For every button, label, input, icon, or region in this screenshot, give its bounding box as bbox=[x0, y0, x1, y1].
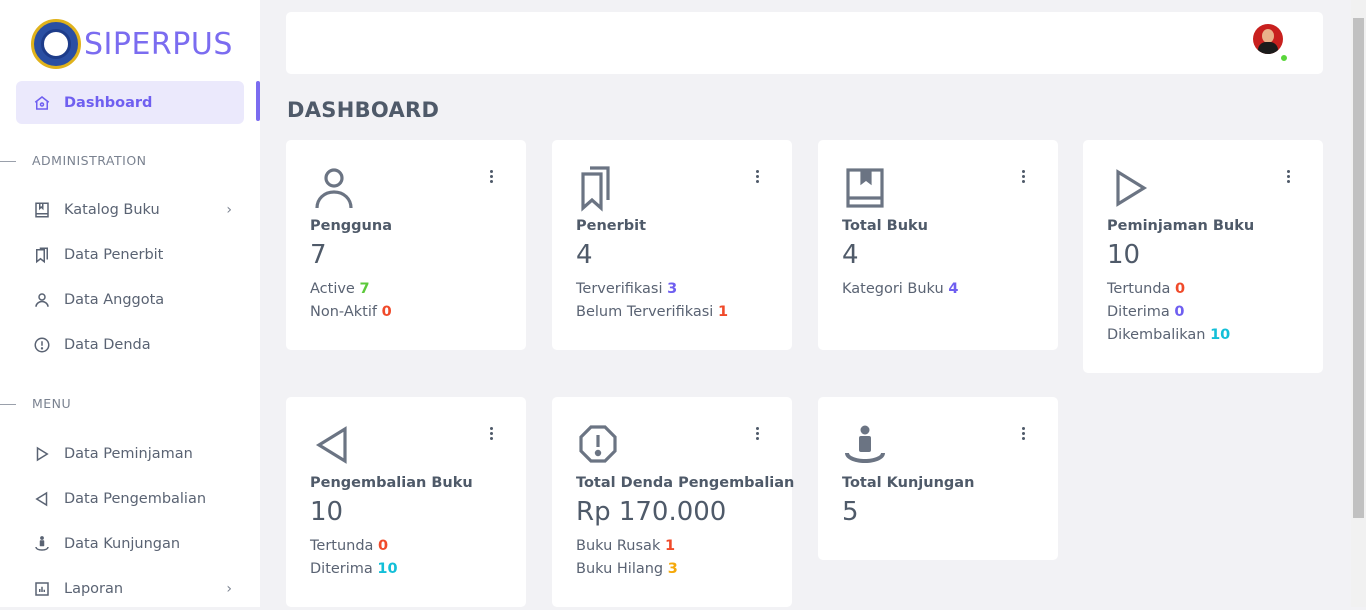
logo bbox=[31, 19, 81, 69]
sidebar-item-laporan[interactable]: Laporan › bbox=[16, 567, 244, 610]
page-title: DASHBOARD bbox=[287, 98, 440, 122]
back-icon bbox=[32, 489, 52, 509]
sidebar-item-dashboard[interactable]: Dashboard bbox=[16, 81, 244, 124]
visitor-icon bbox=[32, 534, 52, 554]
play-icon bbox=[32, 444, 52, 464]
card-stat: Dikembalikan 10 bbox=[1107, 327, 1231, 343]
card-stat: Tertunda 0 bbox=[1107, 281, 1186, 297]
brand-name: SIPERPUS bbox=[84, 26, 233, 62]
card-value: 10 bbox=[310, 497, 344, 527]
more-options-icon[interactable] bbox=[490, 170, 494, 184]
sidebar-item-label: Data Kunjungan bbox=[64, 535, 181, 552]
sidebar-item-label: Data Penerbit bbox=[64, 246, 164, 263]
more-options-icon[interactable] bbox=[1287, 170, 1291, 184]
card-total-kunjungan: Total Kunjungan 5 bbox=[818, 397, 1058, 560]
alert-octagon-icon bbox=[576, 421, 620, 469]
card-stat: Belum Terverifikasi 1 bbox=[576, 304, 729, 320]
card-stat: Tertunda 0 bbox=[310, 538, 389, 554]
bookmarks-icon bbox=[576, 164, 620, 212]
alert-circle-icon bbox=[32, 335, 52, 355]
sidebar-item-data-penerbit[interactable]: Data Penerbit bbox=[16, 233, 244, 276]
sidebar-item-data-kunjungan[interactable]: Data Kunjungan bbox=[16, 522, 244, 565]
sidebar-item-label: Dashboard bbox=[64, 94, 153, 111]
card-value: Rp 170.000 bbox=[576, 497, 727, 527]
chart-icon bbox=[32, 579, 52, 599]
more-options-icon[interactable] bbox=[490, 427, 494, 441]
sidebar-item-data-anggota[interactable]: Data Anggota bbox=[16, 278, 244, 321]
card-title: Penerbit bbox=[576, 218, 647, 234]
card-pengguna: Pengguna 7 Active 7 Non-Aktif 0 bbox=[286, 140, 526, 350]
more-options-icon[interactable] bbox=[1022, 427, 1026, 441]
card-total-buku: Total Buku 4 Kategori Buku 4 bbox=[818, 140, 1058, 350]
active-indicator bbox=[256, 81, 260, 121]
card-value: 4 bbox=[576, 240, 593, 270]
sidebar-item-data-peminjaman[interactable]: Data Peminjaman bbox=[16, 432, 244, 475]
card-stat: Diterima 10 bbox=[310, 561, 398, 577]
visitor-icon bbox=[842, 421, 886, 469]
book-icon bbox=[842, 164, 886, 212]
sidebar: SIPERPUS Dashboard ADMINISTRATION Katalo… bbox=[0, 0, 260, 607]
card-stat: Active 7 bbox=[310, 281, 370, 297]
card-total-denda: Total Denda Pengembalian Rp 170.000 Buku… bbox=[552, 397, 795, 607]
card-title: Pengembalian Buku bbox=[310, 475, 473, 491]
online-status-indicator bbox=[1280, 54, 1288, 62]
home-icon bbox=[32, 93, 52, 113]
more-options-icon[interactable] bbox=[756, 427, 760, 441]
brand[interactable]: SIPERPUS bbox=[31, 18, 233, 70]
card-stat: Buku Hilang 3 bbox=[576, 561, 678, 577]
avatar[interactable] bbox=[1253, 24, 1283, 54]
card-value: 5 bbox=[842, 497, 859, 527]
sidebar-item-label: Katalog Buku bbox=[64, 201, 160, 218]
card-value: 10 bbox=[1107, 240, 1141, 270]
card-title: Total Kunjungan bbox=[842, 475, 975, 491]
card-stat: Diterima 0 bbox=[1107, 304, 1185, 320]
bookmarks-icon bbox=[32, 245, 52, 265]
user-icon bbox=[32, 290, 52, 310]
card-stat: Kategori Buku 4 bbox=[842, 281, 959, 297]
card-title: Total Buku bbox=[842, 218, 929, 234]
sidebar-item-katalog-buku[interactable]: Katalog Buku › bbox=[16, 188, 244, 231]
sidebar-item-label: Data Denda bbox=[64, 336, 151, 353]
sidebar-item-data-pengembalian[interactable]: Data Pengembalian bbox=[16, 477, 244, 520]
card-title: Peminjaman Buku bbox=[1107, 218, 1255, 234]
card-pengembalian-buku: Pengembalian Buku 10 Tertunda 0 Diterima… bbox=[286, 397, 526, 607]
card-stat: Non-Aktif 0 bbox=[310, 304, 392, 320]
scrollbar-thumb[interactable] bbox=[1353, 18, 1364, 518]
sidebar-item-data-denda[interactable]: Data Denda bbox=[16, 323, 244, 366]
sidebar-item-label: Data Peminjaman bbox=[64, 445, 193, 462]
more-options-icon[interactable] bbox=[756, 170, 760, 184]
book-icon bbox=[32, 200, 52, 220]
sidebar-item-label: Laporan bbox=[64, 580, 124, 597]
card-penerbit: Penerbit 4 Terverifikasi 3 Belum Terveri… bbox=[552, 140, 792, 350]
card-value: 7 bbox=[310, 240, 327, 270]
topbar bbox=[286, 12, 1323, 74]
back-icon bbox=[310, 421, 354, 469]
sidebar-item-label: Data Anggota bbox=[64, 291, 165, 308]
card-value: 4 bbox=[842, 240, 859, 270]
card-title: Total Denda Pengembalian bbox=[576, 475, 795, 491]
user-icon bbox=[310, 164, 354, 212]
play-icon bbox=[1107, 164, 1151, 212]
more-options-icon[interactable] bbox=[1022, 170, 1026, 184]
card-peminjaman-buku: Peminjaman Buku 10 Tertunda 0 Diterima 0… bbox=[1083, 140, 1323, 373]
chevron-right-icon: › bbox=[226, 201, 232, 218]
chevron-right-icon: › bbox=[226, 580, 232, 597]
card-stat: Terverifikasi 3 bbox=[576, 281, 678, 297]
card-stat: Buku Rusak 1 bbox=[576, 538, 676, 554]
sidebar-item-label: Data Pengembalian bbox=[64, 490, 207, 507]
card-title: Pengguna bbox=[310, 218, 392, 234]
